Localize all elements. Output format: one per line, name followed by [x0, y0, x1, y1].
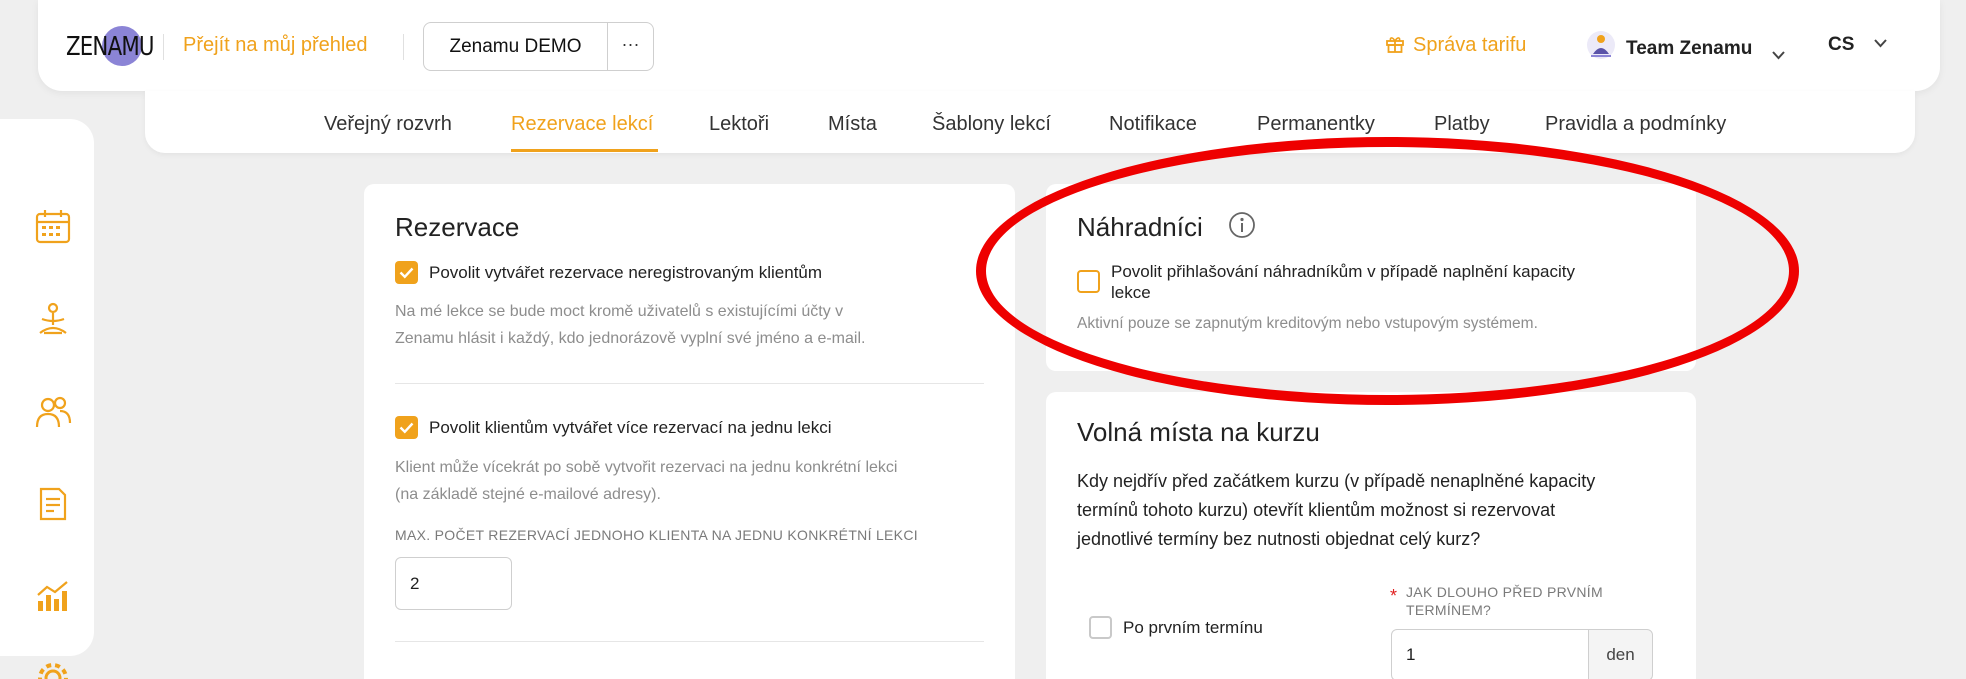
chart-icon[interactable] [34, 577, 72, 615]
tarif-management-link[interactable]: Správa tarifu [1385, 34, 1526, 57]
help-text: Na mé lekce se bude moct kromě uživatelů… [395, 303, 844, 320]
divider [395, 383, 984, 384]
allow-substitutes-label-line1: Povolit přihlašování náhradníkům v přípa… [1111, 262, 1576, 281]
info-icon[interactable] [1228, 211, 1256, 239]
help-text: Klient může vícekrát po sobě vytvořit re… [395, 459, 898, 476]
chevron-down-icon [1873, 39, 1887, 48]
course-free-spots-card: Volná místa na kurzu Kdy nejdřív před za… [1046, 392, 1696, 679]
check-icon [399, 422, 414, 434]
max-reservations-caption: MAX. POČET REZERVACÍ JEDNOHO KLIENTA NA … [395, 527, 918, 543]
team-label: Team Zenamu [1626, 38, 1753, 59]
tab-places[interactable]: Místa [828, 113, 877, 136]
required-mark: * [1390, 586, 1398, 606]
overview-link[interactable]: Přejít na můj přehled [183, 34, 368, 57]
card-title: Náhradníci [1077, 212, 1203, 242]
allow-unregistered-label: Povolit vytvářet rezervace neregistrovan… [429, 263, 823, 282]
after-first-term-label: Po prvním termínu [1123, 618, 1263, 637]
gift-icon [1386, 37, 1404, 53]
allow-multiple-reservations-checkbox[interactable] [395, 416, 418, 439]
tab-lesson-reservations[interactable]: Rezervace lekcí [511, 113, 653, 136]
settings-tabs: Veřejný rozvrh Rezervace lekcí Lektoři M… [145, 91, 1915, 153]
tab-terms-and-conditions[interactable]: Pravidla a podmínky [1545, 113, 1726, 136]
tab-instructors[interactable]: Lektoři [709, 113, 769, 136]
organization-select-button[interactable]: Zenamu DEMO [423, 22, 608, 71]
receipt-icon[interactable] [34, 485, 72, 523]
reservations-card: Rezervace Povolit vytvářet rezervace ner… [364, 184, 1015, 679]
team-menu[interactable]: Team Zenamu [1586, 30, 1795, 60]
after-first-term-checkbox[interactable] [1089, 616, 1112, 639]
how-long-caption-line2: TERMÍNEM? [1406, 602, 1492, 618]
chevron-down-icon [1771, 51, 1785, 60]
how-long-input[interactable]: 1 [1391, 629, 1589, 679]
check-icon [399, 267, 414, 279]
gear-icon[interactable] [34, 659, 72, 679]
allow-substitutes-label-line2: lekce [1111, 283, 1151, 302]
divider [395, 641, 984, 642]
allow-substitutes-checkbox[interactable] [1077, 270, 1100, 293]
help-text: (na základě stejné e-mailové adresy). [395, 486, 661, 503]
tab-lesson-templates[interactable]: Šablony lekcí [932, 113, 1051, 136]
help-text: Aktivní pouze se zapnutým kreditovým neb… [1077, 315, 1538, 332]
card-title: Volná místa na kurzu [1077, 417, 1320, 447]
divider [163, 34, 164, 60]
sidebar [0, 119, 94, 679]
language-select[interactable]: CS [1828, 34, 1887, 56]
substitutes-card: Náhradníci Povolit přihlašování náhradní… [1046, 184, 1696, 371]
question-text: jednotlivé termíny bez nutnosti objednat… [1077, 529, 1481, 549]
zenamu-logo[interactable]: ZENAMU [66, 24, 155, 72]
card-title: Rezervace [395, 212, 520, 242]
tarif-label: Správa tarifu [1413, 34, 1527, 56]
question-text: termínů tohoto kurzu) otevřít klientům m… [1077, 500, 1556, 520]
active-tab-indicator [511, 149, 658, 152]
tab-payments[interactable]: Platby [1434, 113, 1490, 136]
calendar-icon[interactable] [34, 208, 72, 246]
max-reservations-input[interactable]: 2 [395, 557, 512, 610]
team-avatar-icon [1587, 31, 1615, 59]
top-bar: ZENAMU Přejít na můj přehled Zenamu DEMO… [38, 0, 1940, 91]
help-text: Zenamu hlásit i každý, kdo jednorázově v… [395, 330, 866, 347]
allow-multiple-reservations-label: Povolit klientům vytvářet více rezervací… [429, 418, 832, 437]
tab-passes[interactable]: Permanentky [1257, 113, 1375, 136]
people-icon[interactable] [34, 393, 72, 431]
question-text: Kdy nejdřív před začátkem kurzu (v přípa… [1077, 471, 1596, 491]
allow-unregistered-checkbox[interactable] [395, 261, 418, 284]
yoga-icon[interactable] [34, 301, 72, 339]
divider [403, 34, 404, 60]
tab-notifications[interactable]: Notifikace [1109, 113, 1197, 136]
more-options-button[interactable]: ··· [607, 22, 654, 71]
tab-public-schedule[interactable]: Veřejný rozvrh [324, 113, 452, 136]
unit-addon: den [1588, 629, 1653, 679]
how-long-caption-line1: JAK DLOUHO PŘED PRVNÍM [1406, 584, 1603, 600]
logo-text: ZENAMU [66, 32, 155, 62]
language-label: CS [1828, 34, 1855, 55]
